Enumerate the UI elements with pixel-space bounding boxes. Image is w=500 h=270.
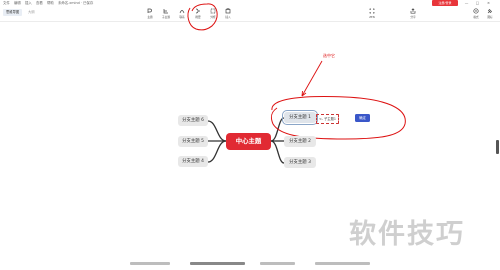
annotation-arrow	[301, 60, 323, 97]
horizontal-scrollbar[interactable]	[190, 262, 245, 265]
branch-topic-3[interactable]: 分支主题 3	[284, 157, 316, 168]
annotation-label: 选中它	[323, 53, 335, 58]
zoom-slider[interactable]	[315, 262, 370, 265]
branch-topic-2[interactable]: 分支主题 2	[284, 136, 316, 147]
branch-topic-5[interactable]: 分支主题 5	[178, 136, 208, 147]
watermark-text: 软件技巧	[349, 219, 465, 250]
branch-topic-6[interactable]: 分支主题 6	[178, 115, 208, 126]
subtopic-hint: <- 子主题1	[316, 114, 339, 124]
branch-topic-4[interactable]: 分支主题 4	[178, 156, 208, 167]
status-segment	[260, 262, 295, 265]
central-topic[interactable]: 中心主题	[226, 133, 271, 150]
bottom-status-bar	[130, 262, 370, 265]
tool-highlight-circle	[187, 3, 218, 31]
confirm-button[interactable]: 确定	[355, 114, 370, 122]
vertical-scrollbar[interactable]	[496, 140, 499, 154]
status-segment	[130, 262, 170, 265]
branch-topic-1-selected[interactable]: 分支主题 1	[282, 110, 318, 125]
